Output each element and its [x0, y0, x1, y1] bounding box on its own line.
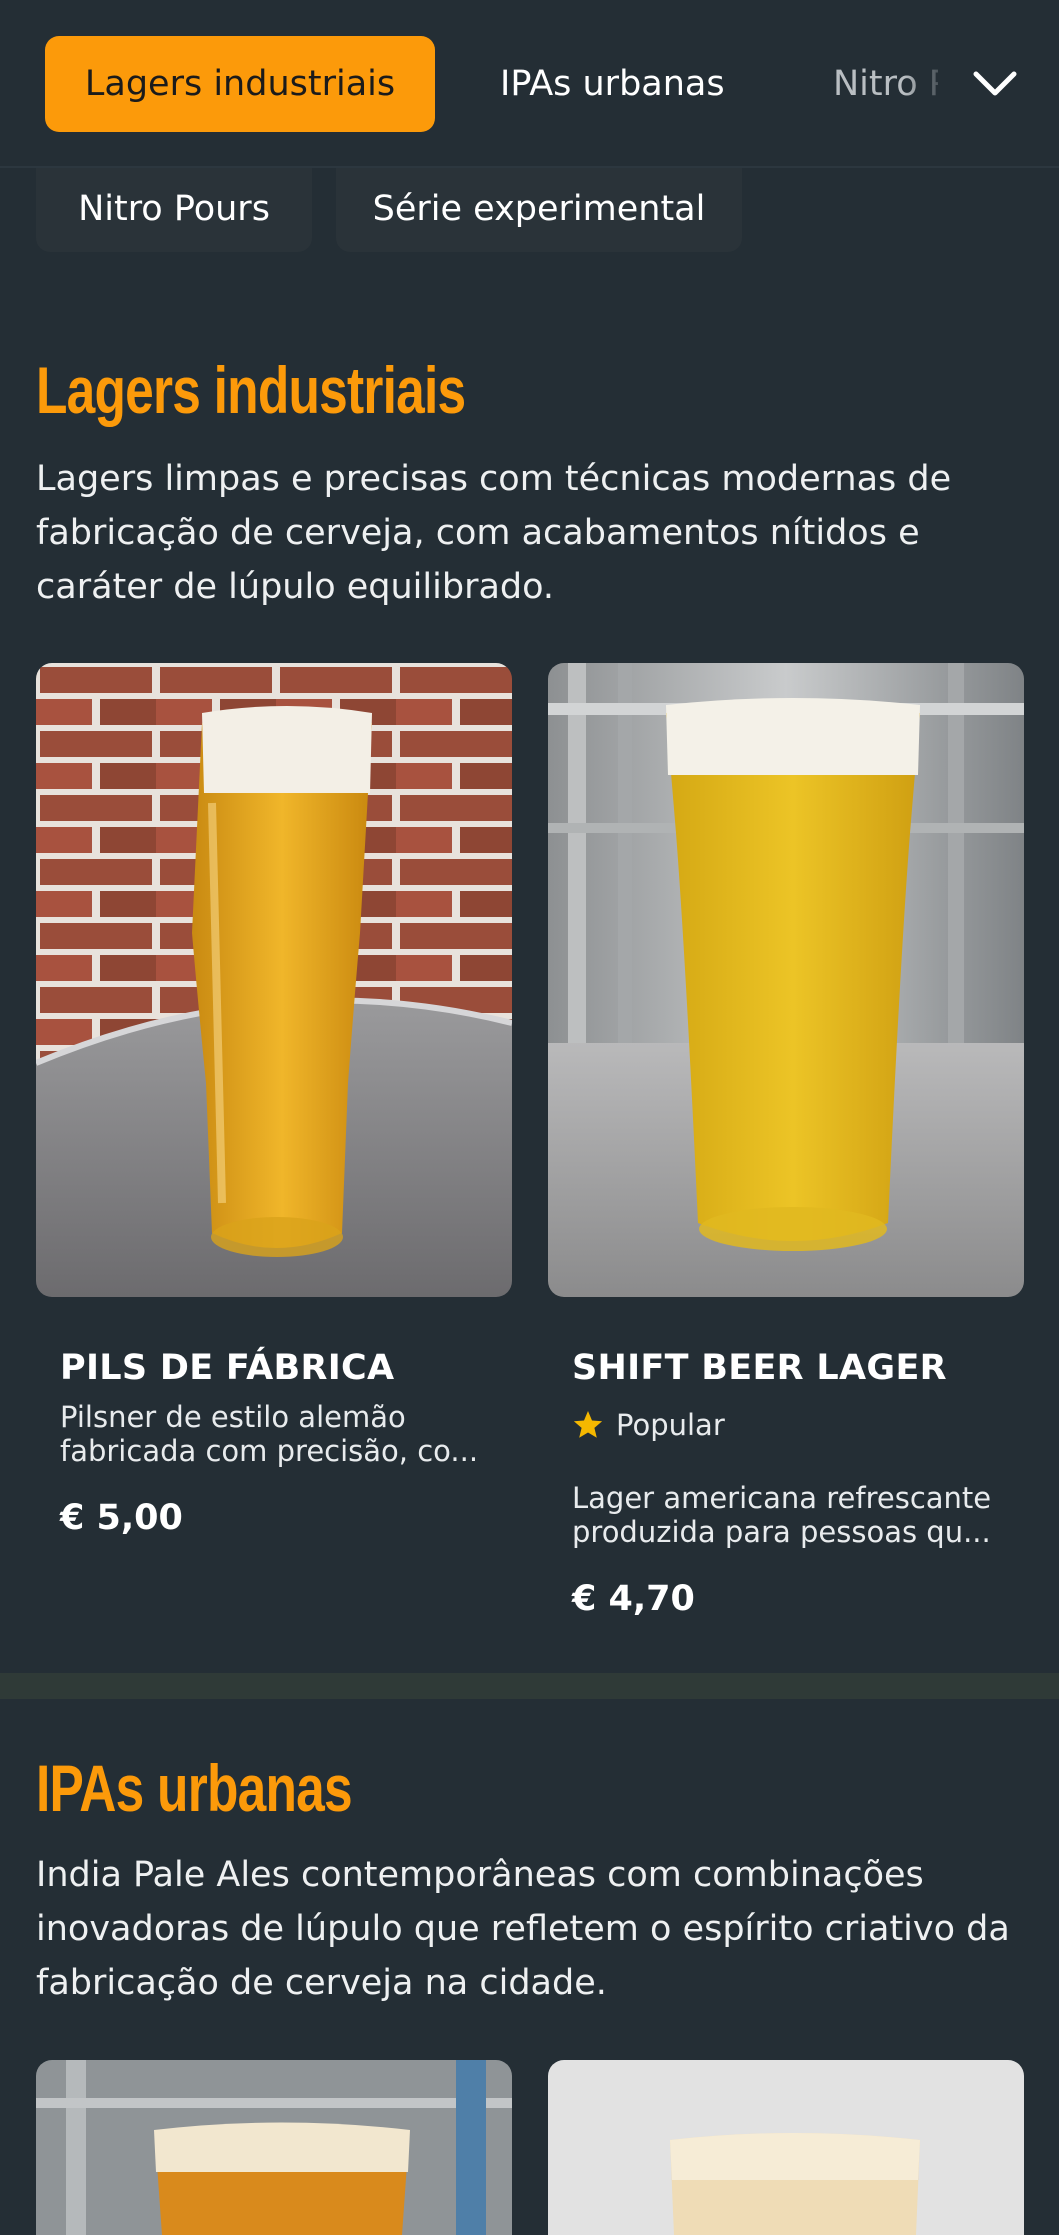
section-title-lagers: Lagers industriais	[36, 353, 466, 427]
tabs-fade	[905, 40, 955, 128]
item-name-shift-lager: SHIFT BEER LAGER	[572, 1348, 947, 1388]
beer-photo-ipa-2[interactable]	[548, 2060, 1024, 2235]
item-price-pils: € 5,00	[60, 1498, 183, 1538]
item-description-shift-lager: Lager americana refrescante produzida pa…	[572, 1481, 992, 1549]
menu-page: Lagers industriais IPAs urbanas Nitro Po…	[0, 0, 1059, 2235]
chevron-down-icon	[973, 71, 1017, 96]
beer-photo-pils[interactable]	[36, 663, 512, 1297]
item-description-pils: Pilsner de estilo alemão fabricada com p…	[60, 1400, 479, 1468]
popular-badge: Popular	[572, 1408, 725, 1442]
category-nav: Lagers industriais IPAs urbanas Nitro Po…	[0, 0, 1059, 168]
chip-serie-experimental[interactable]: Série experimental	[336, 166, 742, 252]
section-description-ipas: India Pale Ales contemporâneas com combi…	[36, 1855, 1010, 2003]
section-description-lagers: Lagers limpas e precisas com técnicas mo…	[36, 459, 952, 607]
item-name-pils: PILS DE FÁBRICA	[60, 1348, 395, 1388]
beer-photo-shift-lager[interactable]	[548, 663, 1024, 1297]
tab-lagers-industriais[interactable]: Lagers industriais	[45, 36, 435, 132]
chip-nitro-pours[interactable]: Nitro Pours	[36, 166, 312, 252]
beer-photo-ipa-1[interactable]	[36, 2060, 512, 2235]
popular-badge-label: Popular	[616, 1408, 725, 1442]
star-icon	[573, 1411, 603, 1438]
more-categories-button[interactable]	[955, 44, 1035, 124]
section-title-ipas: IPAs urbanas	[36, 1751, 353, 1825]
tab-ipas-urbanas[interactable]: IPAs urbanas	[500, 36, 725, 132]
item-price-shift-lager: € 4,70	[572, 1579, 695, 1619]
section-divider	[0, 1673, 1059, 1699]
